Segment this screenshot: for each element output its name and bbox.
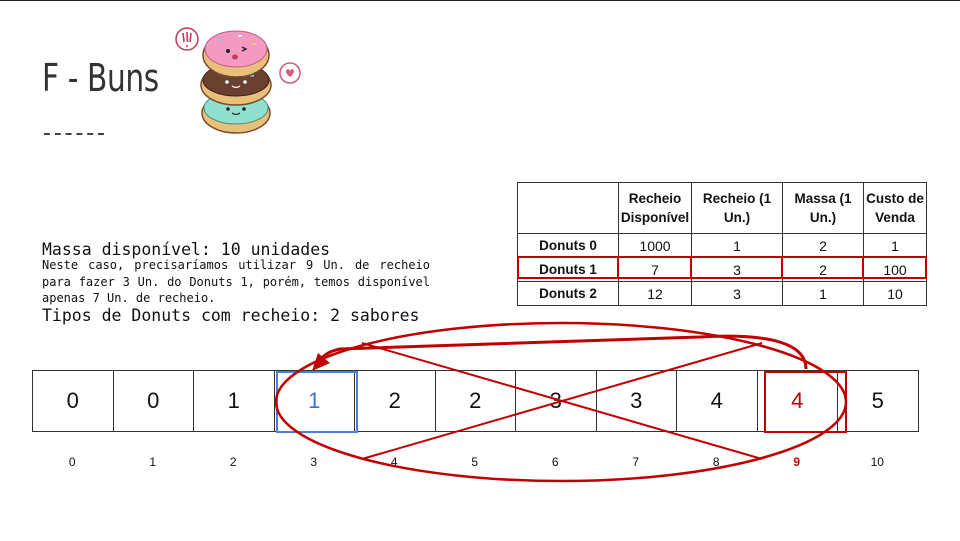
array-index: 4 bbox=[390, 455, 398, 469]
highlight-divider bbox=[862, 256, 864, 279]
table-cell: 2 bbox=[782, 257, 864, 282]
array-index-target: 9 bbox=[793, 455, 801, 469]
heart-bubble-icon bbox=[279, 62, 301, 84]
table-row-label: Donuts 1 bbox=[517, 257, 619, 282]
table-cell: 1 bbox=[691, 233, 783, 258]
array-index: 1 bbox=[149, 455, 157, 469]
table-header-recheio-un: Recheio (1 Un.) bbox=[691, 182, 783, 234]
table-cell: 3 bbox=[691, 281, 783, 306]
table-cell: 1 bbox=[863, 233, 927, 258]
table-cell: 100 bbox=[863, 257, 927, 282]
table-header-row: Recheio Disponível Recheio (1 Un.) Massa… bbox=[517, 182, 927, 234]
slide-title: F - Buns bbox=[42, 56, 159, 100]
table-header-custo-venda: Custo de Venda bbox=[863, 182, 927, 234]
array-index: 2 bbox=[229, 455, 237, 469]
target-cell-highlight bbox=[764, 371, 847, 433]
array-index: 6 bbox=[551, 455, 559, 469]
explanation-note: Neste caso, precisaríamos utilizar 9 Un.… bbox=[42, 258, 430, 305]
table-row: Donuts 1 7 3 2 100 bbox=[517, 257, 927, 282]
array-cell: 0 bbox=[112, 370, 194, 432]
table-cell: 10 bbox=[863, 281, 927, 306]
array-index: 7 bbox=[632, 455, 640, 469]
table-row-label: Donuts 0 bbox=[517, 233, 619, 258]
array-index: 10 bbox=[870, 455, 884, 469]
table-header-massa-un: Massa (1 Un.) bbox=[782, 182, 864, 234]
array-cell: 5 bbox=[837, 370, 919, 432]
table-cell: 7 bbox=[618, 257, 692, 282]
table-cell: 1000 bbox=[618, 233, 692, 258]
table-cell: 3 bbox=[691, 257, 783, 282]
array-cell: 4 bbox=[676, 370, 758, 432]
array-cell: 2 bbox=[354, 370, 436, 432]
highlight-divider bbox=[781, 256, 783, 279]
array-index: 0 bbox=[68, 455, 76, 469]
source-cell-highlight bbox=[276, 371, 358, 433]
array-index: 5 bbox=[471, 455, 479, 469]
table-row: Donuts 0 1000 1 2 1 bbox=[517, 233, 927, 258]
title-underline bbox=[44, 133, 104, 135]
table-cell: 2 bbox=[782, 233, 864, 258]
highlight-divider bbox=[690, 256, 692, 279]
array-index: 8 bbox=[712, 455, 720, 469]
array-cell: 3 bbox=[515, 370, 597, 432]
array-index: 3 bbox=[310, 455, 318, 469]
summary-tipos: Tipos de Donuts com recheio: 2 sabores bbox=[42, 306, 420, 325]
table-header-corner bbox=[517, 182, 619, 234]
donut-stack-icon bbox=[175, 27, 301, 134]
table-header-recheio-disponivel: Recheio Disponível bbox=[618, 182, 692, 234]
array-cell: 2 bbox=[434, 370, 516, 432]
array-cell: 3 bbox=[595, 370, 677, 432]
exclaim-bubble-icon bbox=[175, 27, 199, 51]
array-indices: 0 1 2 3 4 5 6 7 8 9 10 bbox=[32, 455, 918, 469]
array-cell: 0 bbox=[32, 370, 114, 432]
array-cell: 1 bbox=[193, 370, 275, 432]
table-cell: 12 bbox=[618, 281, 692, 306]
slide: F - Buns Massa disponível: 10 unidades T… bbox=[0, 0, 960, 540]
highlight-divider bbox=[617, 256, 619, 279]
donuts-table: Recheio Disponível Recheio (1 Un.) Massa… bbox=[517, 182, 927, 306]
table-row-label: Donuts 2 bbox=[517, 281, 619, 306]
table-cell: 1 bbox=[782, 281, 864, 306]
table-row: Donuts 2 12 3 1 10 bbox=[517, 281, 927, 306]
